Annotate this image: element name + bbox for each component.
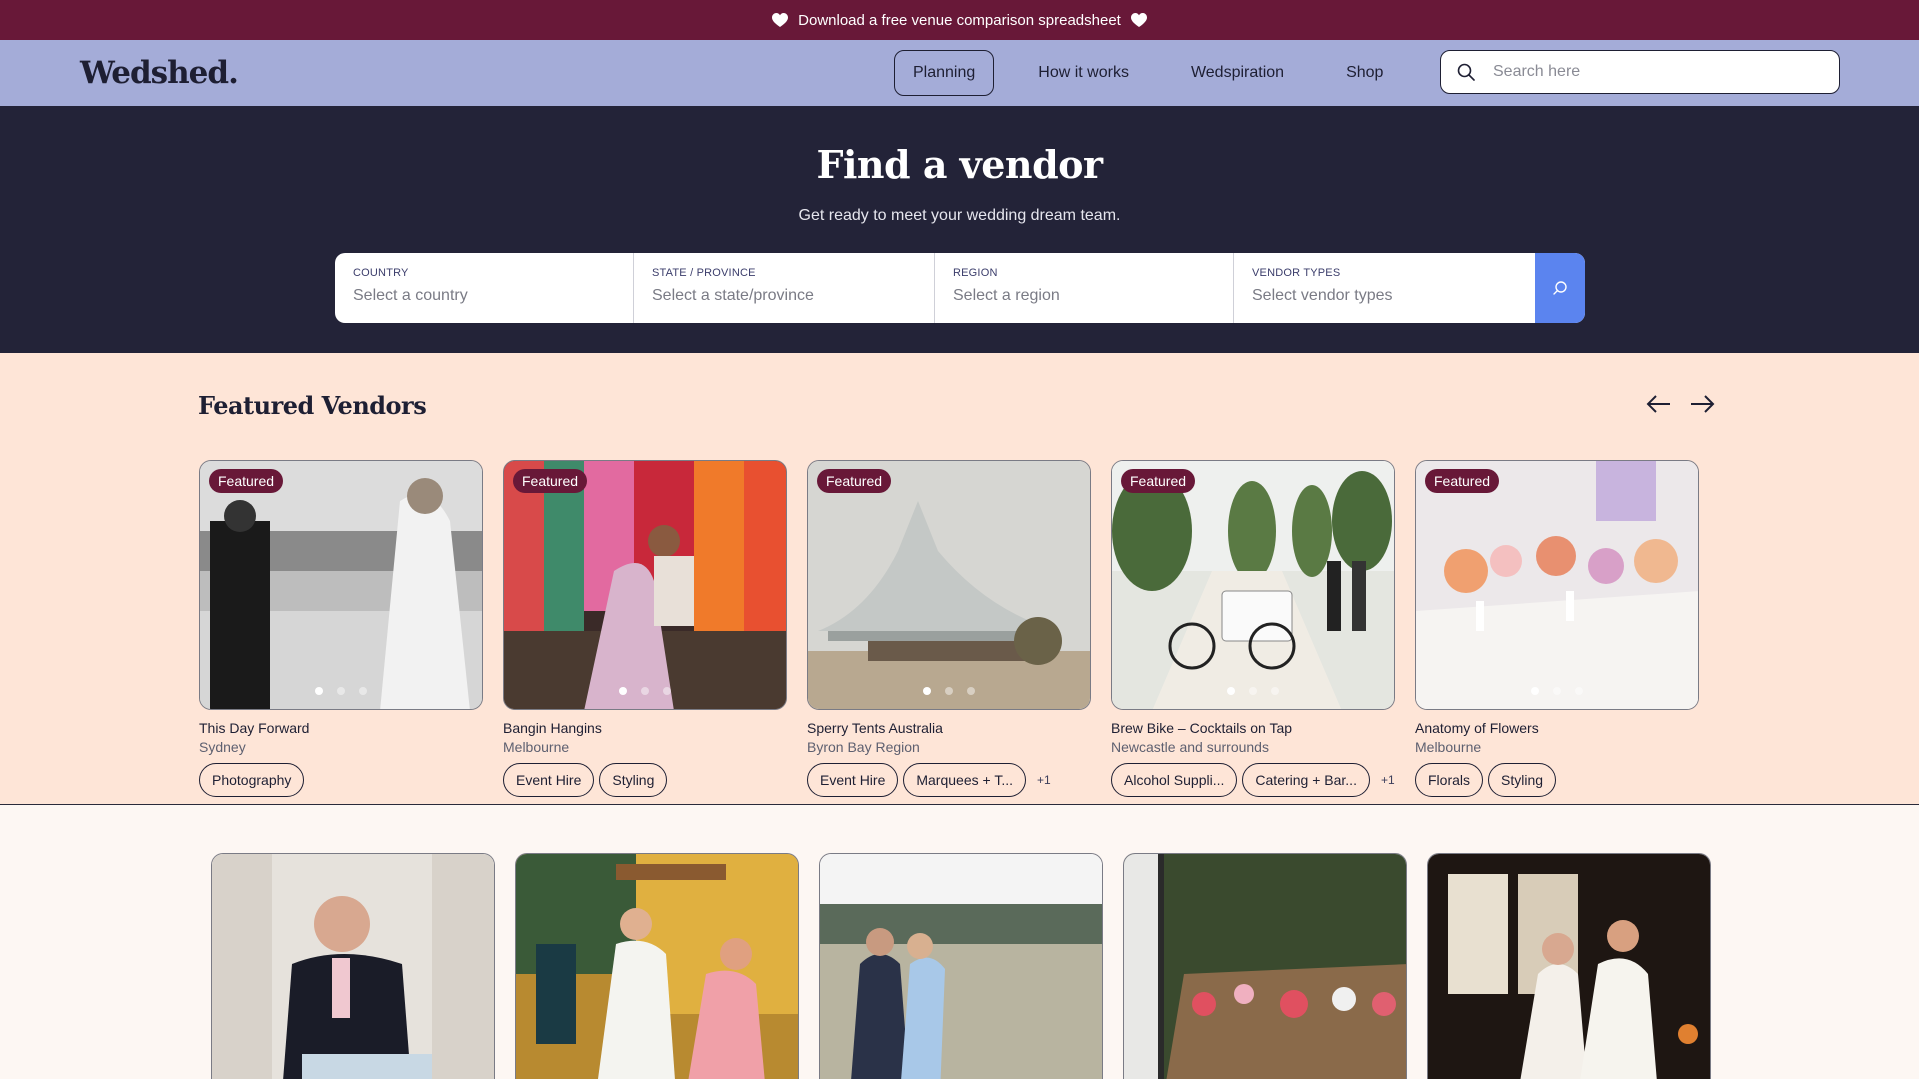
vendor-type-select[interactable]: Vendor types Select vendor types [1234,253,1535,323]
filter-label: Region [953,267,998,279]
page-subtitle: Get ready to meet your wedding dream tea… [798,207,1121,224]
nav-links: Planning How it works Wedspiration Shop [894,40,1401,106]
featured-badge: Featured [817,469,892,493]
vendor-card[interactable]: Featured Anatomy of Flowers Melbourne Fl… [1415,460,1699,797]
vendor-photo[interactable]: Featured [807,460,1091,710]
vendor-photo[interactable]: Featured [199,460,483,710]
photo-brew-bike [1112,461,1394,709]
tag-chip[interactable]: Photography [199,763,305,797]
search-icon [1457,63,1475,81]
vendor-card[interactable]: Featured Sperry Tents Australia Byron Ba… [807,460,1091,797]
vendor-tags: Alcohol Suppli... Catering + Bar... +1 [1111,763,1395,797]
filter-value: Select a state/province [652,287,814,304]
tag-chip[interactable]: Styling [1488,763,1557,797]
vendor-name[interactable]: Sperry Tents Australia [807,720,1091,736]
vendor-location: Sydney [199,739,246,755]
logo[interactable]: Wedshed. [80,55,239,91]
arrow-left-icon[interactable] [1644,390,1674,418]
filter-label: Country [353,267,409,279]
vendor-tags: Florals Styling [1415,763,1699,797]
photo-couple-streamers [504,461,786,709]
featured-badge: Featured [1121,469,1196,493]
photo-couple-grass [820,854,1102,1079]
more-tags-count[interactable]: +1 [1381,773,1395,787]
hero-section: Find a vendor Get ready to meet your wed… [0,106,1919,353]
filter-label: State / Province [652,267,756,279]
vendor-card[interactable]: Featured Bangin Hangins Melbourne Event … [503,460,787,797]
vendor-photo[interactable]: Featured [1111,460,1395,710]
search-box[interactable] [1440,50,1840,94]
nav-link-shop[interactable]: Shop [1328,50,1401,96]
featured-badge: Featured [209,469,284,493]
arrow-right-icon[interactable] [1687,390,1717,418]
tag-chip[interactable]: Styling [599,763,668,797]
vendor-name[interactable]: Anatomy of Flowers [1415,720,1699,736]
page-title: Find a vendor [816,142,1103,187]
search-icon [1553,281,1567,295]
region-select[interactable]: Region Select a region [935,253,1234,323]
tag-chip[interactable]: Catering + Bar... [1242,763,1370,797]
carousel-dots[interactable] [808,687,1090,695]
vendor-location: Melbourne [503,739,570,755]
promo-text[interactable]: Download a free venue comparison spreads… [798,12,1121,29]
vendor-photo[interactable] [1123,853,1407,1079]
heart-icon [1130,12,1147,27]
vendor-photo[interactable] [515,853,799,1079]
vendor-location: Melbourne [1415,739,1482,755]
filter-search-button[interactable] [1535,253,1585,323]
heart-icon [772,12,789,27]
vendor-tags: Photography [199,763,483,797]
section-title: Featured Vendors [198,391,427,420]
carousel-dots[interactable] [200,687,482,695]
filter-label: Vendor types [1252,267,1341,279]
main-nav: Wedshed. Planning How it works Wedspirat… [0,40,1919,106]
vendor-photo[interactable] [819,853,1103,1079]
vendor-card[interactable]: Featured This Day Forward Sydney Photogr… [199,460,483,797]
vendor-photo[interactable]: Featured [503,460,787,710]
vendor-card[interactable]: Featured Brew Bike – Cocktails on Tap Ne… [1111,460,1395,797]
vendor-name[interactable]: This Day Forward [199,720,483,736]
featured-badge: Featured [513,469,588,493]
promo-banner[interactable]: Download a free venue comparison spreads… [0,0,1919,40]
vendor-tags: Event Hire Marquees + T... +1 [807,763,1091,797]
photo-table-florals [1416,461,1698,709]
vendor-photo[interactable] [211,853,495,1079]
country-select[interactable]: Country Select a country [335,253,634,323]
vendor-name[interactable]: Bangin Hangins [503,720,787,736]
nav-link-wedspiration[interactable]: Wedspiration [1173,50,1302,96]
photo-wedding-couple-bw [200,461,482,709]
tag-chip[interactable]: Marquees + T... [903,763,1026,797]
vendor-photo[interactable]: Featured [1415,460,1699,710]
photo-celebrant [212,854,494,1079]
featured-vendors-section: Featured Vendors Featured This Day Forwa… [0,353,1919,805]
carousel-dots[interactable] [1416,687,1698,695]
vendor-location: Newcastle and surrounds [1111,739,1269,755]
photo-tent-beach [808,461,1090,709]
vendor-photo[interactable] [1427,853,1711,1079]
vendor-name[interactable]: Brew Bike – Cocktails on Tap [1111,720,1395,736]
filter-value: Select vendor types [1252,287,1393,304]
vendor-location: Byron Bay Region [807,739,920,755]
photo-long-table [1124,854,1406,1079]
carousel-dots[interactable] [504,687,786,695]
tag-chip[interactable]: Event Hire [807,763,899,797]
vendor-filter-bar: Country Select a country State / Provinc… [335,253,1585,323]
filter-value: Select a country [353,287,468,304]
search-input[interactable] [1493,63,1813,81]
carousel-dots[interactable] [1112,687,1394,695]
more-tags-count[interactable]: +1 [1037,773,1051,787]
tag-chip[interactable]: Event Hire [503,763,595,797]
nav-link-how-it-works[interactable]: How it works [1020,50,1147,96]
vendor-tags: Event Hire Styling [503,763,787,797]
state-select[interactable]: State / Province Select a state/province [634,253,935,323]
tag-chip[interactable]: Florals [1415,763,1484,797]
photo-first-dance [1428,854,1710,1079]
filter-value: Select a region [953,287,1060,304]
photo-family-autumn [516,854,798,1079]
nav-link-planning[interactable]: Planning [894,50,995,96]
tag-chip[interactable]: Alcohol Suppli... [1111,763,1238,797]
featured-badge: Featured [1425,469,1500,493]
